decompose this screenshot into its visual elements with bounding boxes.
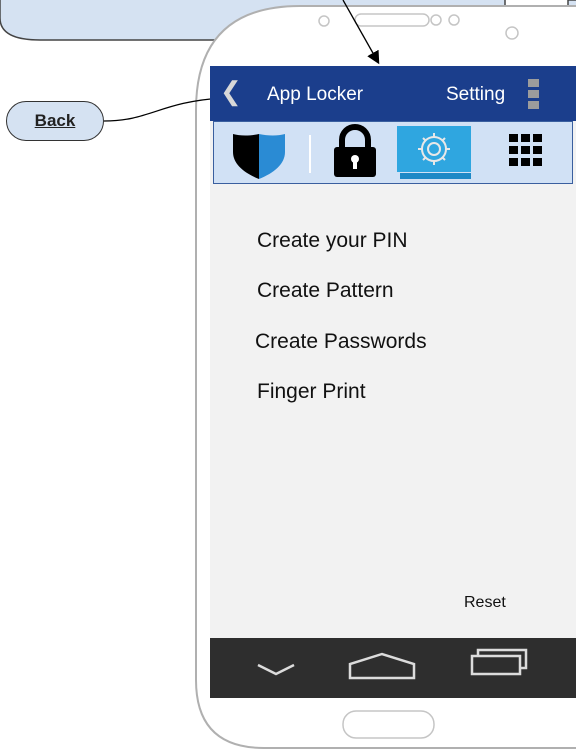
nav-icons	[257, 648, 528, 680]
overflow-menu-icon[interactable]	[528, 79, 539, 111]
menu-item-create-pin[interactable]: Create your PIN	[257, 229, 408, 253]
back-callout[interactable]: Back	[6, 101, 104, 141]
tab-grid[interactable]	[479, 122, 571, 182]
chevron-left-icon[interactable]: ❮	[220, 78, 242, 104]
recent-apps-icon[interactable]	[470, 648, 528, 676]
tab-lock[interactable]	[314, 122, 396, 182]
tab-gear[interactable]	[397, 126, 471, 172]
tab-divider	[309, 135, 311, 173]
setting-label[interactable]: Setting	[446, 84, 505, 106]
menu-item-create-passwords[interactable]: Create Passwords	[255, 330, 427, 354]
reset-link[interactable]: Reset	[464, 594, 506, 612]
phone-screen: ❮ App Locker Setting Create your PIN Cre…	[210, 66, 576, 638]
home-icon[interactable]	[348, 652, 416, 680]
shield-icon	[233, 134, 285, 179]
app-bar: ❮ App Locker Setting	[210, 66, 576, 121]
gear-icon	[418, 133, 450, 165]
menu-item-create-pattern[interactable]: Create Pattern	[257, 279, 394, 303]
app-title: App Locker	[267, 84, 364, 105]
tab-shield[interactable]	[214, 122, 304, 182]
menu-item-finger-print[interactable]: Finger Print	[257, 380, 366, 404]
tab-bar	[213, 121, 573, 184]
back-icon[interactable]	[257, 663, 295, 676]
system-nav-bar	[210, 638, 576, 698]
selected-tab-indicator	[400, 173, 471, 179]
grid-icon	[509, 134, 542, 166]
back-callout-label: Back	[34, 111, 76, 130]
lock-icon	[334, 124, 376, 177]
